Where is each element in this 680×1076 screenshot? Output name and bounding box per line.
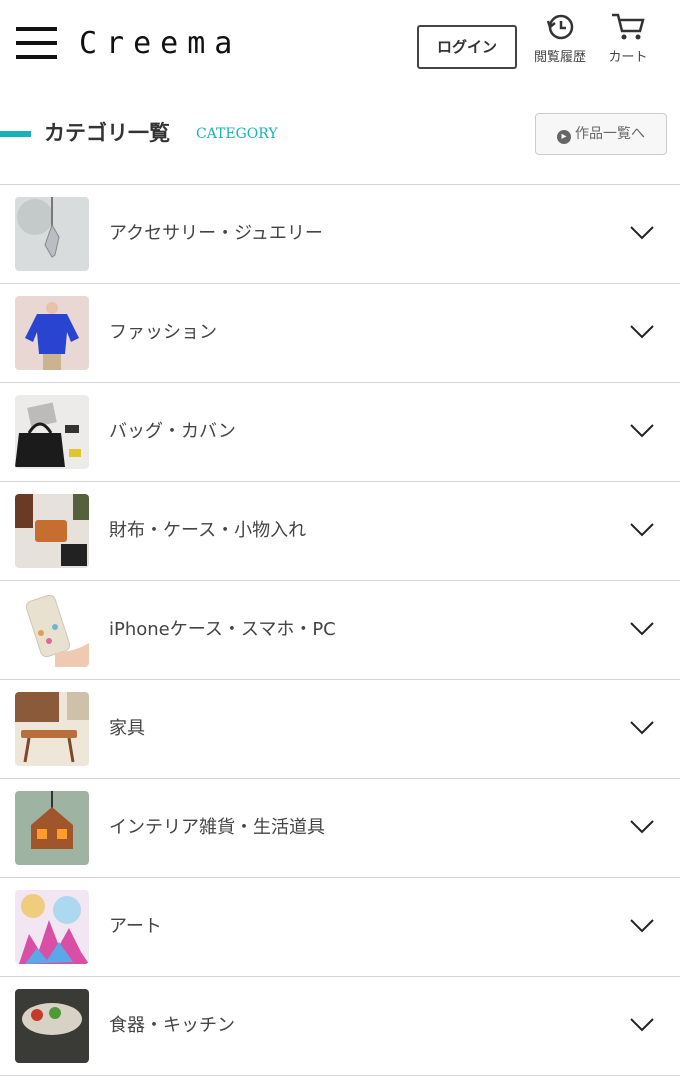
category-item-interior[interactable]: インテリア雑貨・生活道具 xyxy=(0,779,680,878)
category-item-fashion[interactable]: ファッション xyxy=(0,284,680,383)
category-thumbnail xyxy=(15,197,89,271)
category-item-bags[interactable]: バッグ・カバン xyxy=(0,383,680,482)
category-label: 財布・ケース・小物入れ xyxy=(109,520,307,541)
page-title: カテゴリ一覧 xyxy=(44,121,170,145)
category-item-wallets[interactable]: 財布・ケース・小物入れ xyxy=(0,482,680,581)
category-thumbnail xyxy=(15,593,89,667)
all-works-button[interactable]: ▸ 作品一覧へ xyxy=(535,113,667,155)
category-thumbnail xyxy=(15,494,89,568)
creema-logo[interactable]: Creema xyxy=(79,24,241,64)
chevron-down-icon xyxy=(630,1018,654,1032)
category-item-phone-case[interactable]: iPhoneケース・スマホ・PC xyxy=(0,581,680,680)
chevron-right-circle-icon: ▸ xyxy=(557,130,571,144)
category-label: ファッション xyxy=(109,322,217,343)
category-label: 食器・キッチン xyxy=(109,1015,235,1036)
category-item-accessories[interactable]: アクセサリー・ジュエリー xyxy=(0,185,680,284)
chevron-down-icon xyxy=(630,919,654,933)
category-thumbnail xyxy=(15,296,89,370)
history-label: 閲覧履歴 xyxy=(533,50,586,65)
category-thumbnail xyxy=(15,989,89,1063)
category-list: アクセサリー・ジュエリー ファッション バッグ・カバン 財布・ケース・小物入れ … xyxy=(0,184,680,1076)
category-item-art[interactable]: アート xyxy=(0,878,680,977)
site-header: Creema ログイン 閲覧履歴 カート xyxy=(0,0,680,90)
category-thumbnail xyxy=(15,692,89,766)
cart-label: カート xyxy=(608,50,648,65)
chevron-down-icon xyxy=(630,622,654,636)
chevron-down-icon xyxy=(630,226,654,240)
all-works-label: 作品一覧へ xyxy=(575,126,645,142)
category-item-furniture[interactable]: 家具 xyxy=(0,680,680,779)
category-label: インテリア雑貨・生活道具 xyxy=(109,817,325,838)
category-title-row: カテゴリ一覧 CATEGORY ▸ 作品一覧へ xyxy=(0,108,680,160)
category-label: バッグ・カバン xyxy=(109,421,236,442)
category-label: アート xyxy=(109,916,162,937)
category-item-kitchen[interactable]: 食器・キッチン xyxy=(0,977,680,1076)
cart-button[interactable]: カート xyxy=(598,12,658,65)
login-button[interactable]: ログイン xyxy=(417,25,517,69)
category-thumbnail xyxy=(15,890,89,964)
chevron-down-icon xyxy=(630,424,654,438)
category-label: iPhoneケース・スマホ・PC xyxy=(109,619,336,640)
history-button[interactable]: 閲覧履歴 xyxy=(530,12,590,65)
menu-icon[interactable] xyxy=(16,27,57,60)
category-thumbnail xyxy=(15,395,89,469)
category-label: アクセサリー・ジュエリー xyxy=(109,223,323,244)
page-subtitle: CATEGORY xyxy=(196,126,278,142)
chevron-down-icon xyxy=(630,523,654,537)
history-icon xyxy=(546,14,574,40)
cart-icon xyxy=(612,13,645,40)
chevron-down-icon xyxy=(630,721,654,735)
chevron-down-icon xyxy=(630,820,654,834)
chevron-down-icon xyxy=(630,325,654,339)
title-accent-bar xyxy=(0,131,31,137)
category-thumbnail xyxy=(15,791,89,865)
category-label: 家具 xyxy=(109,718,145,739)
